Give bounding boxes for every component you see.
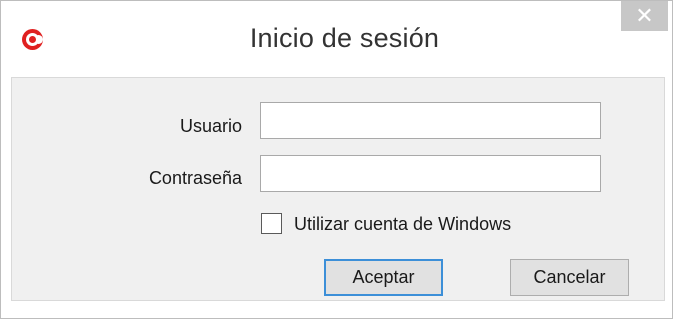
windows-account-label[interactable]: Utilizar cuenta de Windows [294, 214, 511, 235]
title-bar[interactable]: Inicio de sesión ✕ [1, 1, 672, 77]
close-button[interactable]: ✕ [621, 1, 668, 31]
accept-button[interactable]: Aceptar [324, 259, 443, 296]
password-label: Contraseña [148, 168, 242, 188]
login-dialog: Inicio de sesión ✕ Usuario Contraseña Ut… [0, 0, 673, 319]
windows-account-checkbox[interactable] [261, 213, 282, 234]
cancel-button[interactable]: Cancelar [510, 259, 629, 296]
username-label: Usuario [179, 116, 242, 136]
dialog-body: Usuario Contraseña Utilizar cuenta de Wi… [11, 77, 665, 301]
dialog-title: Inicio de sesión [249, 23, 440, 53]
password-input[interactable] [260, 155, 601, 192]
username-input[interactable] [260, 102, 601, 139]
